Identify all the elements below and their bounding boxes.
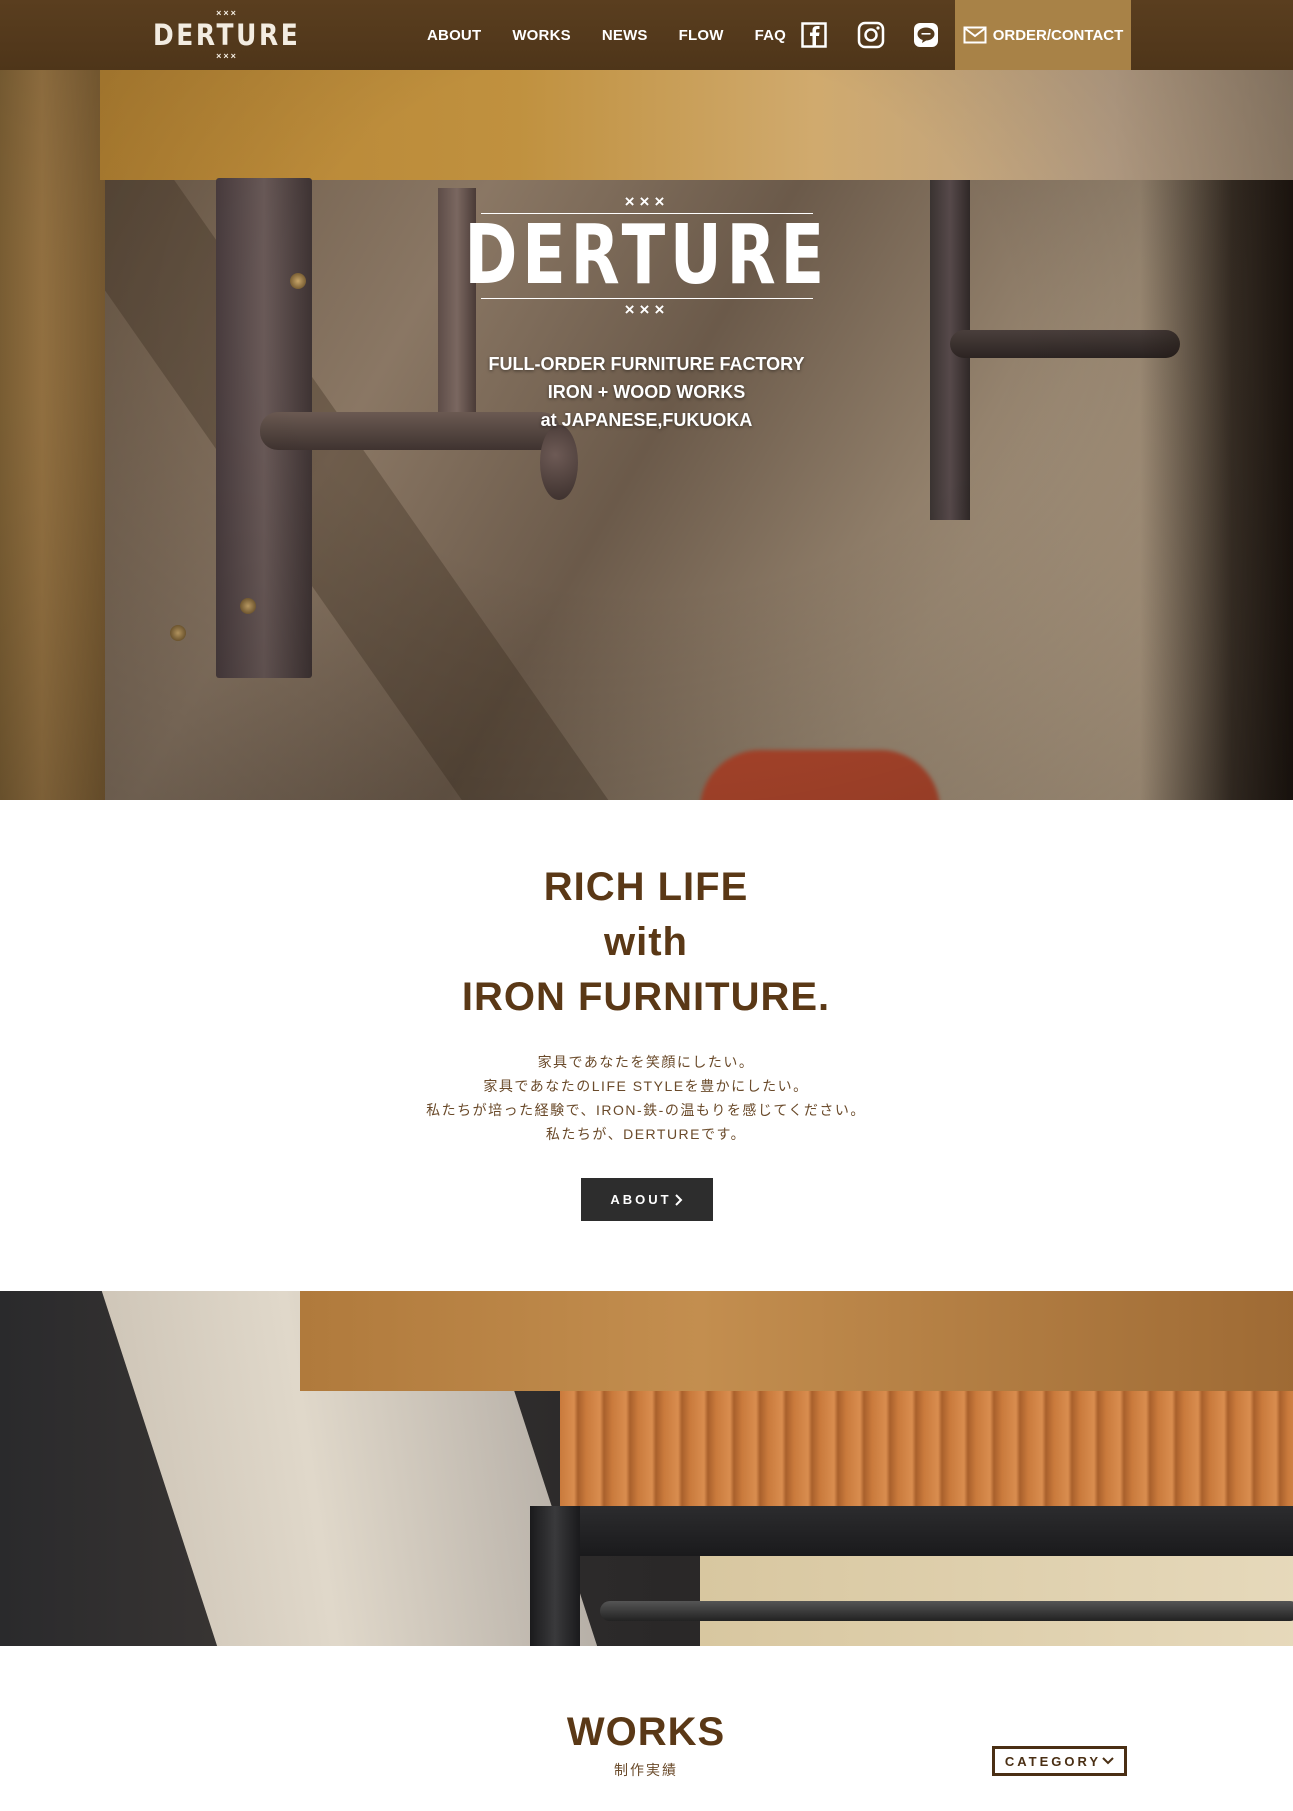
category-label: CATEGORY — [1004, 1753, 1102, 1769]
hero-tagline-line: at JAPANESE,FUKUOKA — [540, 410, 753, 430]
intro-line: 家具であなたを笑顔にしたい。 — [537, 1054, 755, 1070]
table-end-grain — [560, 1391, 1293, 1506]
hero-tagline-line: IRON + WOOD WORKS — [547, 382, 746, 402]
hero-logo-word: DERTURE — [464, 208, 830, 303]
intro-line: 私たちが、DERTUREです。 — [545, 1126, 747, 1142]
chevron-down-icon — [1102, 1757, 1114, 1765]
hero-logo-bottom-mark: ××× — [624, 300, 670, 319]
about-button[interactable]: ABOUT — [581, 1178, 713, 1221]
chevron-right-icon — [674, 1193, 683, 1206]
main-nav: ABOUT WORKS NEWS FLOW FAQ — [427, 0, 817, 70]
works-heading: WORKS — [566, 1710, 726, 1754]
hero-logo: ××× DERTURE ××× — [465, 193, 825, 319]
table-iron-frame — [560, 1506, 1293, 1556]
table-iron-bar — [600, 1601, 1293, 1621]
facebook-icon[interactable] — [801, 20, 827, 50]
nav-about[interactable]: ABOUT — [427, 27, 481, 44]
hero-tagline-line: FULL-ORDER FURNITURE FACTORY — [488, 354, 805, 374]
site-logo[interactable]: ××× DERTURE ××× — [153, 8, 298, 61]
mail-icon — [963, 26, 987, 44]
order-contact-label: ORDER/CONTACT — [992, 26, 1124, 44]
works-subheading: 制作実績 — [614, 1762, 678, 1778]
table-image — [0, 1291, 1293, 1646]
logo-top-mark: ××× — [216, 8, 238, 18]
intro-heading-line: RICH LIFE — [543, 865, 749, 909]
nav-works[interactable]: WORKS — [512, 27, 571, 44]
table-top-surface — [300, 1291, 1293, 1391]
nav-flow[interactable]: FLOW — [679, 27, 724, 44]
intro-heading-line: with — [604, 920, 688, 964]
intro-heading: RICH LIFE with IRON FURNITURE. — [346, 860, 946, 1025]
line-icon[interactable] — [913, 20, 939, 50]
intro-body: 家具であなたを笑顔にしたい。 家具であなたのLIFE STYLEを豊かにしたい。… — [346, 1050, 946, 1146]
about-button-label: ABOUT — [610, 1192, 672, 1207]
logo-word: DERTURE — [153, 18, 301, 52]
category-dropdown[interactable]: CATEGORY — [992, 1746, 1127, 1776]
instagram-icon[interactable] — [857, 20, 885, 50]
intro-line: 家具であなたのLIFE STYLEを豊かにしたい。 — [483, 1078, 809, 1094]
nav-news[interactable]: NEWS — [602, 27, 648, 44]
table-inner-board — [700, 1551, 1293, 1646]
hero-image: ××× DERTURE ××× FULL-ORDER FURNITURE FAC… — [0, 0, 1293, 800]
intro-line: 私たちが培った経験で、IRON-鉄-の温もりを感じてください。 — [426, 1102, 866, 1118]
order-contact-button[interactable]: ORDER/CONTACT — [955, 0, 1131, 70]
intro-heading-line: IRON FURNITURE. — [461, 975, 831, 1019]
table-iron-leg — [530, 1506, 580, 1646]
nav-faq[interactable]: FAQ — [755, 27, 786, 44]
hero-tagline: FULL-ORDER FURNITURE FACTORY IRON + WOOD… — [400, 350, 893, 434]
logo-bottom-mark: ××× — [216, 51, 238, 61]
site-header: ××× DERTURE ××× ABOUT WORKS NEWS FLOW FA… — [0, 0, 1293, 70]
